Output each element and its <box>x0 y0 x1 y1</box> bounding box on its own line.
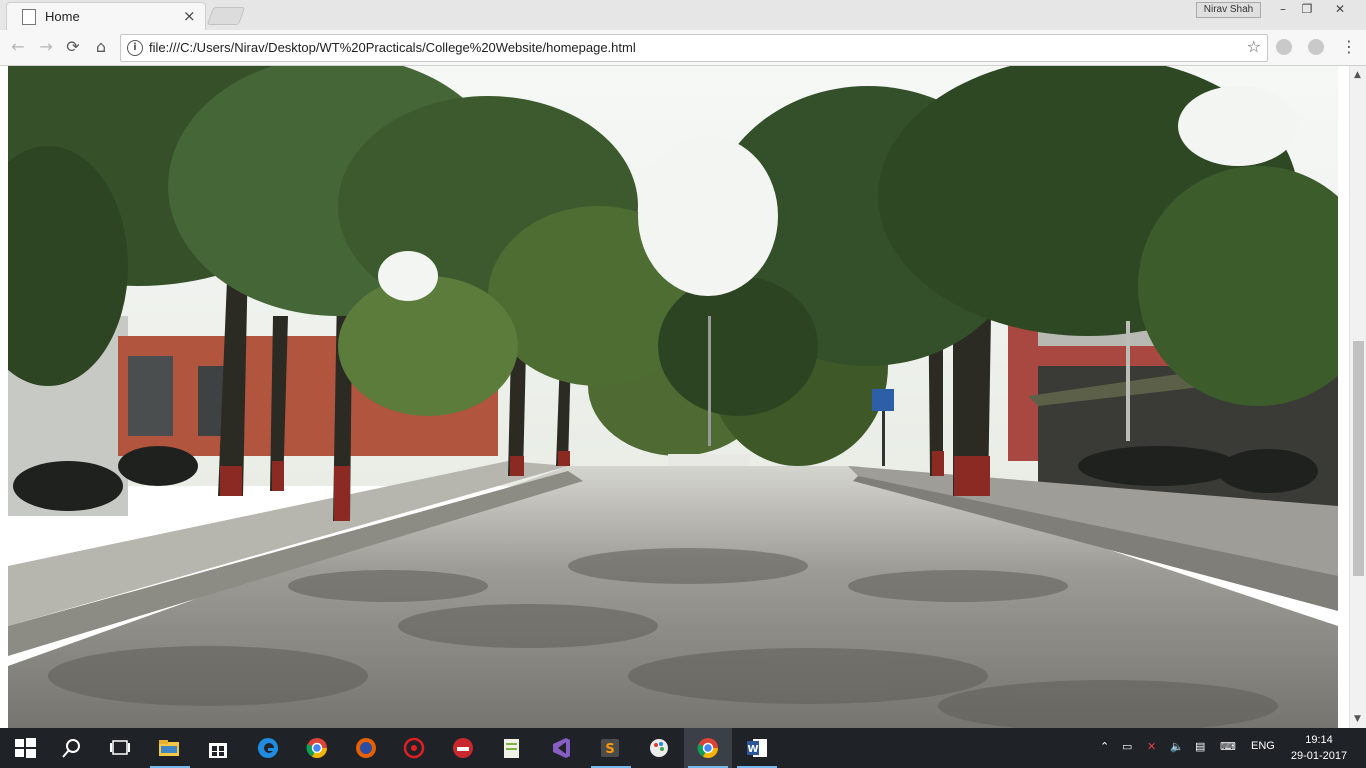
document-icon <box>22 9 36 25</box>
tab-home[interactable]: Home × <box>6 2 206 31</box>
paint-app-icon[interactable] <box>647 736 671 760</box>
taskbar-clock[interactable]: 19:14 29-01-2017 <box>1288 732 1350 764</box>
word-icon[interactable]: W <box>745 736 769 760</box>
extension-icon[interactable] <box>1308 39 1324 55</box>
address-bar[interactable]: i file:///C:/Users/Nirav/Desktop/WT%20Pr… <box>120 34 1268 62</box>
campus-photo-illustration <box>8 66 1338 728</box>
reload-button[interactable]: ⟳ <box>63 37 83 57</box>
firefox-icon[interactable] <box>354 736 378 760</box>
clock-time: 19:14 <box>1305 734 1333 746</box>
power-icon[interactable]: ▭ <box>1122 740 1132 753</box>
windows-taskbar: S W ⌃ ▭ ✕ 🔈 ▤ ⌨ ENG 19:14 29-01-2017 <box>0 728 1366 768</box>
show-hidden-icons-icon[interactable]: ⌃ <box>1100 740 1109 753</box>
bookmark-star-icon[interactable]: ☆ <box>1247 37 1261 56</box>
forward-button[interactable]: → <box>36 37 56 57</box>
chrome-icon[interactable] <box>305 736 329 760</box>
search-icon[interactable] <box>60 736 84 760</box>
home-button[interactable]: ⌂ <box>91 37 111 57</box>
language-indicator[interactable]: ENG <box>1251 740 1275 752</box>
edge-icon[interactable] <box>256 736 280 760</box>
scroll-up-arrow-icon[interactable]: ▲ <box>1354 70 1361 80</box>
clock-date: 29-01-2017 <box>1290 750 1348 762</box>
action-center-icon[interactable]: ▤ <box>1195 740 1205 753</box>
info-icon[interactable]: i <box>127 40 143 56</box>
visual-studio-icon[interactable] <box>549 736 573 760</box>
restore-button[interactable]: ❐ <box>1292 0 1322 18</box>
vertical-scrollbar[interactable]: ▲ ▼ <box>1349 66 1366 728</box>
volume-icon[interactable]: 🔈 <box>1170 740 1184 753</box>
chrome-active-icon[interactable] <box>696 736 720 760</box>
new-tab-button[interactable] <box>206 7 246 25</box>
scroll-down-arrow-icon[interactable]: ▼ <box>1354 714 1361 724</box>
profile-name-button[interactable]: Nirav Shah <box>1196 2 1261 18</box>
menu-icon[interactable]: ⋮ <box>1341 37 1357 56</box>
task-view-icon[interactable] <box>108 736 132 760</box>
back-button[interactable]: ← <box>8 37 28 57</box>
notepad-plus-plus-icon[interactable] <box>500 736 524 760</box>
browser-toolbar: ← → ⟳ ⌂ i file:///C:/Users/Nirav/Desktop… <box>0 30 1366 66</box>
browser-tab-strip: Home × Nirav Shah – ❐ ✕ <box>0 0 1366 31</box>
window-close-button[interactable]: ✕ <box>1325 0 1355 18</box>
sublime-text-icon[interactable]: S <box>598 736 622 760</box>
url-text[interactable]: file:///C:/Users/Nirav/Desktop/WT%20Prac… <box>149 40 636 55</box>
network-icon[interactable]: ✕ <box>1147 740 1156 753</box>
share-app-icon[interactable] <box>451 736 475 760</box>
store-icon[interactable] <box>206 736 230 760</box>
keyboard-icon[interactable]: ⌨ <box>1220 740 1236 753</box>
skype-icon[interactable] <box>1276 39 1292 55</box>
red-app-icon[interactable] <box>402 736 426 760</box>
tab-title: Home <box>45 9 80 24</box>
scrollbar-thumb[interactable] <box>1353 341 1364 576</box>
tab-close-button[interactable]: × <box>183 7 196 25</box>
file-explorer-icon[interactable] <box>157 736 181 760</box>
windows-start-icon[interactable] <box>13 736 37 760</box>
svg-text:W: W <box>747 744 758 755</box>
campus-photo <box>8 66 1338 728</box>
svg-text:S: S <box>605 742 614 757</box>
page-viewport: ▲ ▼ <box>0 66 1366 728</box>
